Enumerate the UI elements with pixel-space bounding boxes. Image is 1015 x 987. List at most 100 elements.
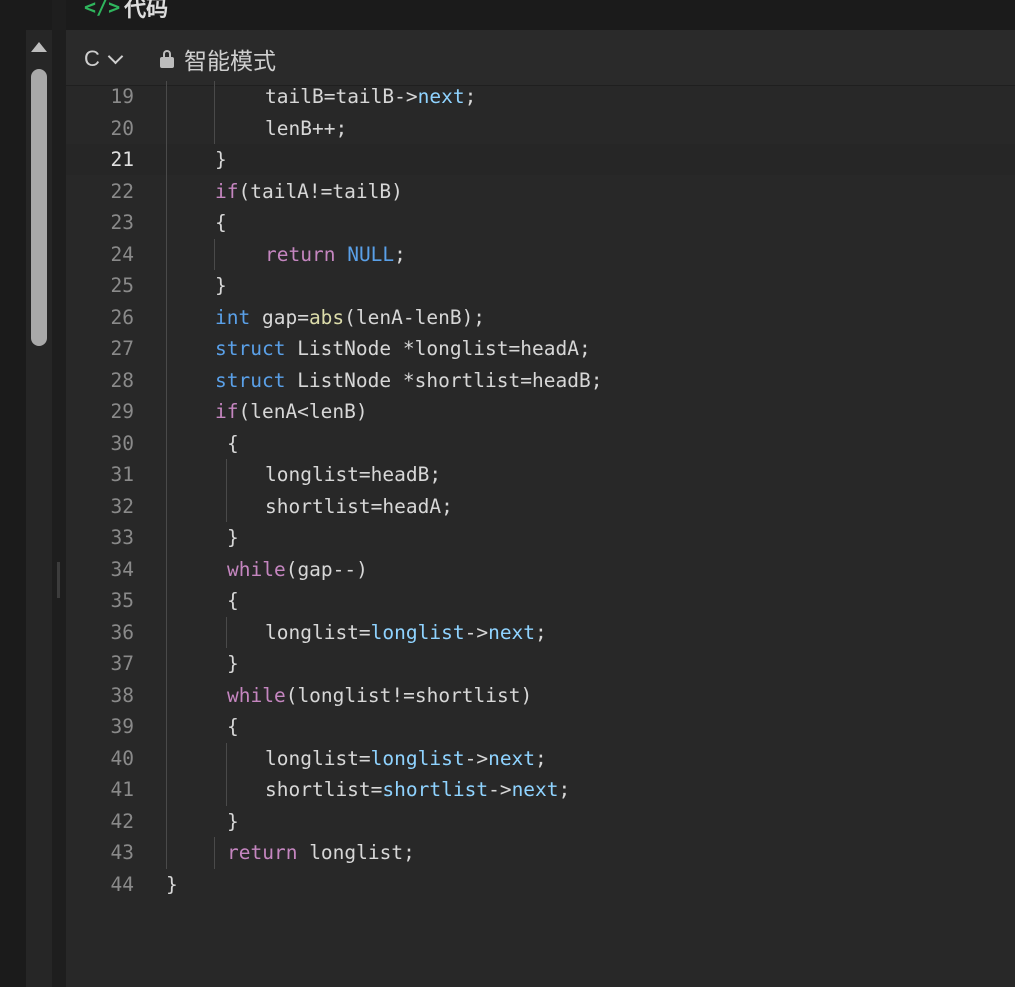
code-text: if(lenA<lenB) [215, 396, 368, 427]
code-token: if [215, 179, 239, 203]
code-token: int [215, 305, 251, 329]
line-number: 42 [110, 809, 134, 833]
code-line[interactable]: 30 { [66, 428, 1015, 459]
code-line[interactable]: 34 while(gap--) [66, 554, 1015, 585]
code-text: } [227, 522, 239, 553]
line-number: 38 [110, 683, 134, 707]
code-token: (gap--) [285, 557, 368, 581]
code-token: longlist= [265, 746, 371, 770]
line-number: 32 [110, 494, 134, 518]
code-token: } [215, 274, 227, 297]
line-number: 29 [110, 400, 134, 423]
code-line[interactable]: 28 struct ListNode *shortlist=headB; [66, 365, 1015, 396]
smart-mode-toggle[interactable]: 智能模式 [160, 45, 276, 74]
code-line[interactable]: 20 lenB++; [66, 113, 1015, 144]
line-number: 31 [110, 463, 134, 486]
line-number: 41 [110, 778, 134, 801]
code-line[interactable]: 26 int gap=abs(lenA-lenB); [66, 302, 1015, 333]
code-token: (tailA!=tailB) [238, 179, 403, 203]
code-tab-title: 代码 [124, 0, 169, 21]
line-number: 19 [110, 85, 134, 108]
code-text: { [227, 428, 239, 459]
code-line[interactable]: 21} [66, 144, 1015, 175]
code-text: lenB++; [265, 113, 347, 144]
code-line[interactable]: 36 longlist=longlist->next; [66, 617, 1015, 648]
lock-icon [160, 50, 174, 68]
code-token: longlist [370, 620, 465, 644]
code-text: struct ListNode *longlist=headA; [215, 333, 591, 364]
code-token: shortlist=headA; [265, 494, 453, 518]
line-number: 36 [110, 620, 134, 644]
code-line[interactable]: 27 struct ListNode *longlist=headA; [66, 333, 1015, 364]
mode-label: 智能模式 [184, 48, 276, 74]
code-text: { [227, 711, 239, 742]
code-text: if(tailA!=tailB) [215, 176, 403, 207]
code-token: ; [558, 778, 571, 801]
code-line[interactable]: 23 { [66, 207, 1015, 238]
code-text: struct ListNode *shortlist=headB; [215, 365, 602, 396]
code-token: } [215, 148, 227, 171]
code-line[interactable]: 44} [66, 869, 1015, 900]
line-number: 35 [110, 589, 134, 612]
code-token: longlist [370, 746, 465, 770]
line-number: 37 [110, 652, 134, 675]
code-line[interactable]: 38 while(longlist!=shortlist) [66, 680, 1015, 711]
code-line[interactable]: 42} [66, 806, 1015, 837]
code-line[interactable]: 31 longlist=headB; [66, 459, 1015, 490]
code-token: struct [215, 337, 286, 360]
code-text: } [227, 648, 239, 679]
code-token: { [227, 589, 239, 612]
code-tag-icon: </> [84, 0, 121, 19]
code-token: -> [464, 746, 489, 770]
line-number: 24 [110, 242, 134, 266]
code-token: (lenA<lenB) [238, 400, 368, 423]
code-token: if [215, 400, 239, 423]
code-token: shortlist= [265, 778, 383, 801]
code-editor[interactable]: C 智能模式 19 tailB=tailB->next; 20 lenB++; 21} 2… [66, 30, 1015, 987]
code-line[interactable]: 35 { [66, 585, 1015, 616]
line-number: 39 [110, 715, 134, 738]
code-line[interactable]: 40 longlist=longlist->next; [66, 743, 1015, 774]
code-line[interactable]: 19 tailB=tailB->next; [66, 81, 1015, 112]
code-token: return [227, 841, 298, 864]
line-number: 43 [110, 841, 134, 864]
line-number: 33 [110, 526, 134, 549]
code-text: while(gap--) [227, 554, 368, 585]
code-line[interactable]: 43 return longlist; [66, 837, 1015, 868]
code-token: NULL [347, 242, 395, 266]
code-token: } [166, 872, 178, 896]
code-token: ; [464, 85, 477, 108]
panel-divider [52, 0, 66, 987]
code-token: -> [464, 620, 489, 644]
code-token: ; [535, 620, 547, 644]
code-token: lenB++; [265, 116, 348, 140]
code-token: ListNode *shortlist=headB; [285, 368, 603, 392]
code-line[interactable]: 41 shortlist=shortlist->next; [66, 774, 1015, 805]
language-select[interactable]: C [84, 45, 124, 73]
line-number: 21 [110, 148, 134, 171]
scrollbar-thumb[interactable] [31, 69, 47, 346]
code-token: ListNode *longlist=headA; [285, 337, 591, 360]
indent-guide [214, 837, 215, 869]
code-line[interactable]: 33} [66, 522, 1015, 553]
code-token: tailB [335, 85, 395, 108]
scroll-up-arrow-icon[interactable] [31, 42, 47, 52]
code-token: longlist=headB; [265, 463, 442, 486]
indent-guide [226, 742, 227, 806]
code-line[interactable]: 37} [66, 648, 1015, 679]
code-tab[interactable]: </> 代码 [84, 0, 168, 22]
code-text: while(longlist!=shortlist) [227, 680, 532, 711]
code-token: return [265, 242, 336, 266]
indent-guide [226, 616, 227, 648]
code-line[interactable]: 24 return NULL; [66, 239, 1015, 270]
code-text: int gap=abs(lenA-lenB); [215, 302, 485, 333]
resize-handle[interactable] [57, 562, 60, 598]
code-line[interactable]: 25} [66, 270, 1015, 301]
code-line[interactable]: 39 { [66, 711, 1015, 742]
line-number: 44 [110, 872, 134, 896]
line-number: 25 [110, 274, 134, 297]
code-line[interactable]: 22 if(tailA!=tailB) [66, 176, 1015, 207]
code-line[interactable]: 32 shortlist=headA; [66, 491, 1015, 522]
code-area[interactable]: 19 tailB=tailB->next; 20 lenB++; 21} 22 if(tai… [66, 80, 1015, 987]
code-line[interactable]: 29 if(lenA<lenB) [66, 396, 1015, 427]
